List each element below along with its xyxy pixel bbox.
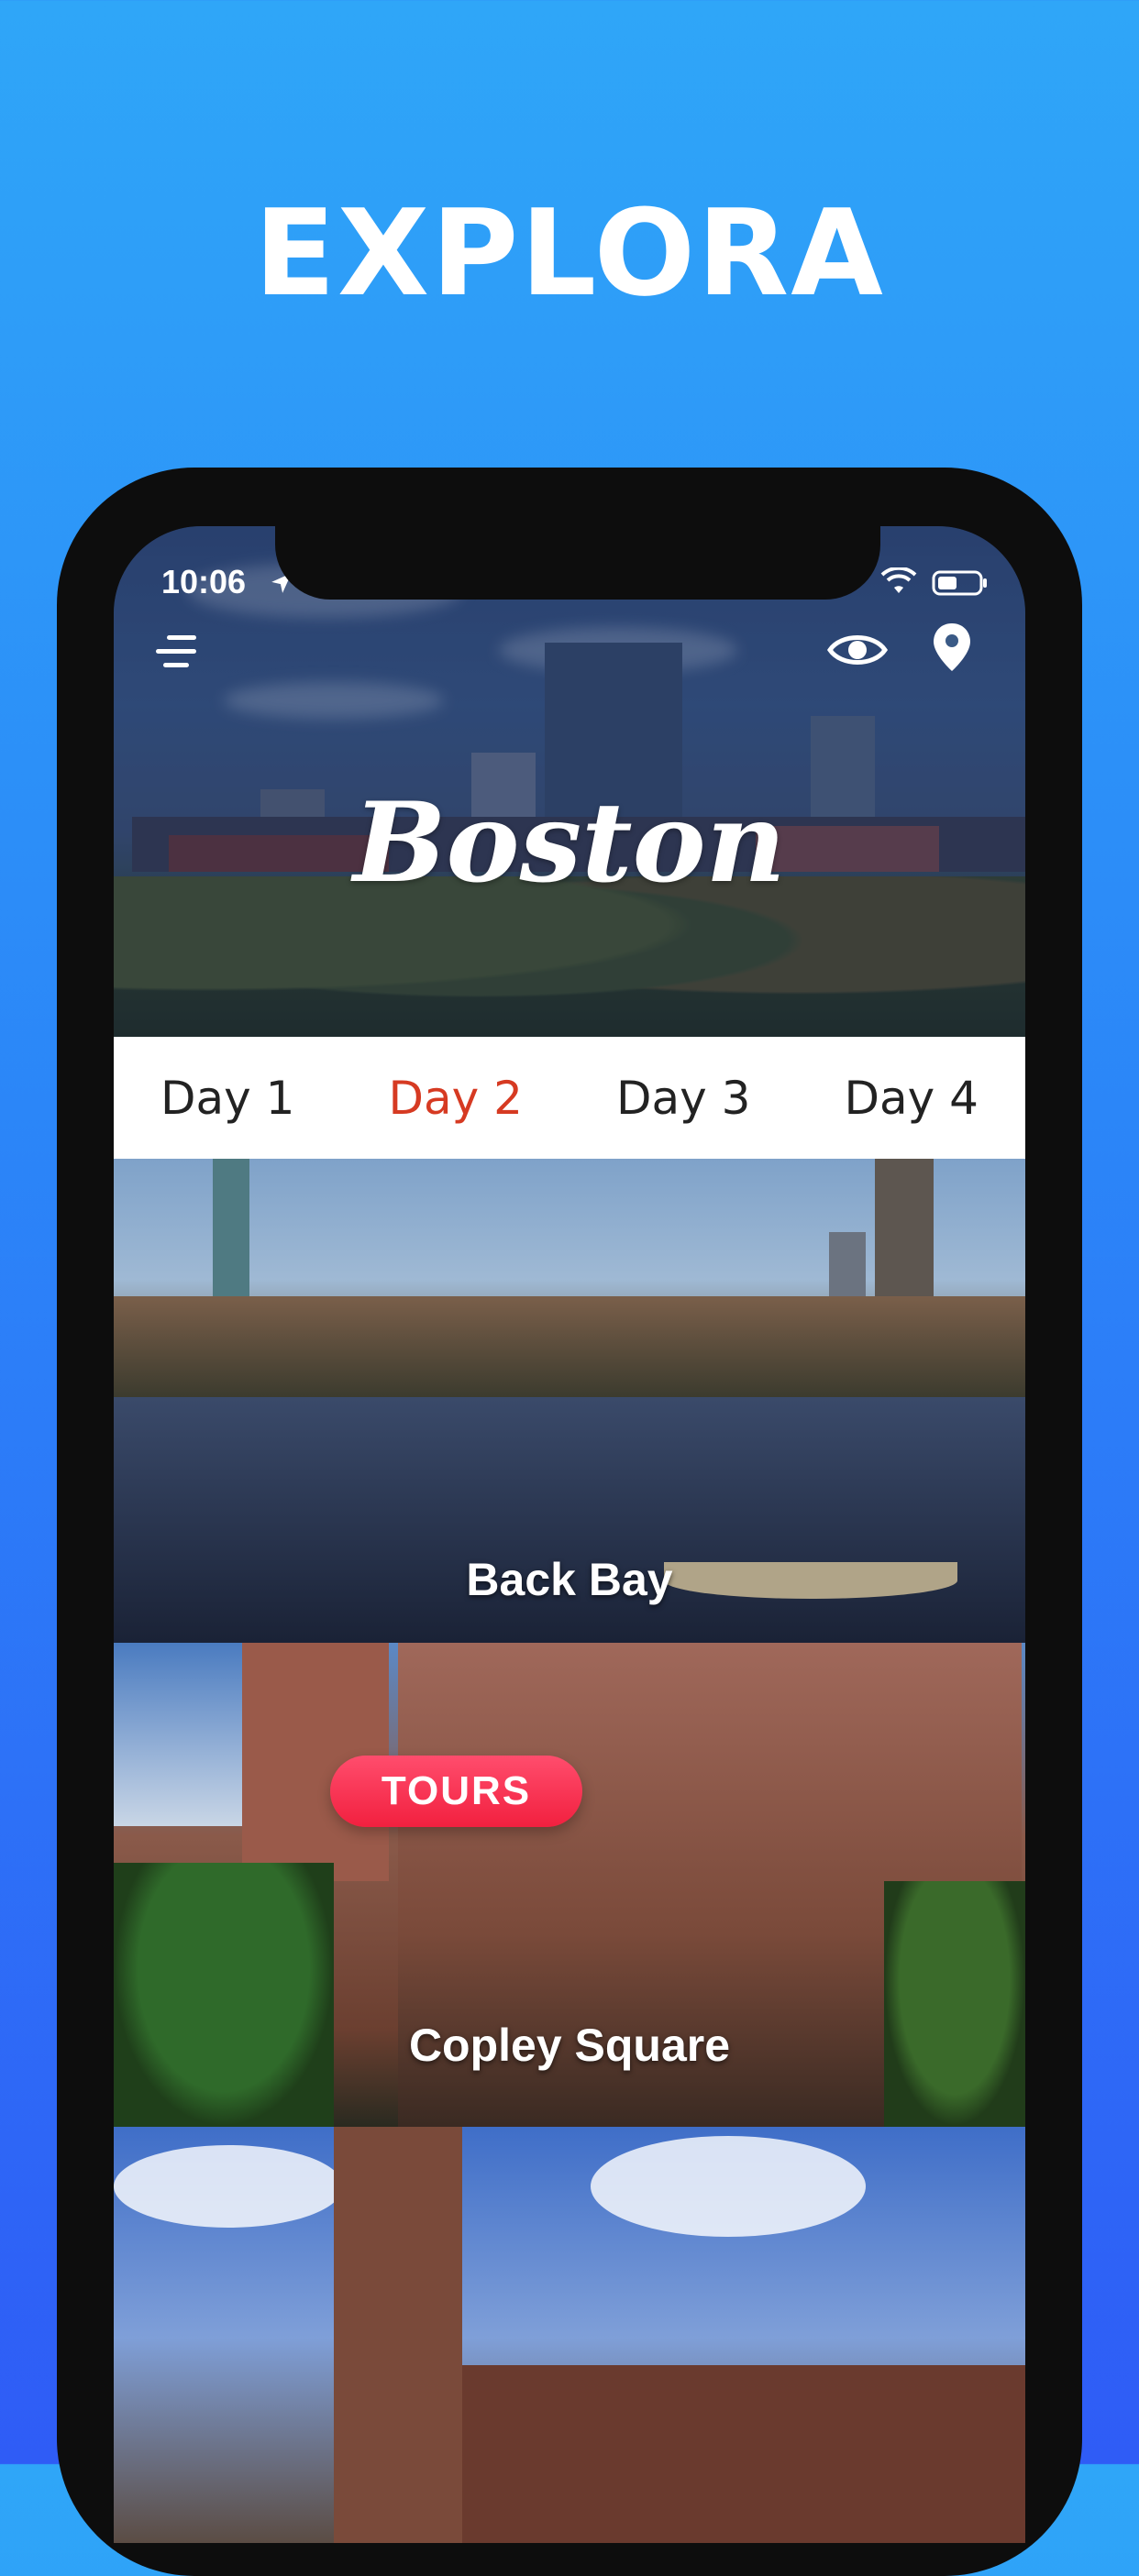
tab-day-2[interactable]: Day 2 xyxy=(389,1072,523,1125)
tab-day-1[interactable]: Day 1 xyxy=(160,1072,294,1125)
app-screen: 10:06 Boston Day 1 Day 2 Day 3 Day 4 Bac… xyxy=(114,526,1025,2543)
tree xyxy=(114,1863,334,2127)
promo-title: EXPLORA xyxy=(254,183,885,323)
day-tabs: Day 1 Day 2 Day 3 Day 4 xyxy=(114,1037,1025,1159)
city-title: Boston xyxy=(353,778,786,908)
place-card-church[interactable] xyxy=(114,2127,1025,2543)
place-card-back-bay[interactable]: Back Bay xyxy=(114,1159,1025,1643)
battery-icon xyxy=(932,567,989,605)
church-roof xyxy=(462,2365,1025,2543)
church-tower xyxy=(334,2127,462,2543)
tree xyxy=(884,1881,1025,2127)
tab-day-3[interactable]: Day 3 xyxy=(616,1072,750,1125)
city-header-image: 10:06 Boston xyxy=(114,526,1025,1037)
skyline xyxy=(114,1296,1025,1397)
eye-icon[interactable] xyxy=(826,629,889,676)
tours-button[interactable]: TOURS xyxy=(330,1756,582,1827)
sky xyxy=(114,1643,260,1826)
status-time: 10:06 xyxy=(161,563,247,600)
cloud xyxy=(591,2136,866,2237)
status-icons xyxy=(880,566,989,605)
location-pin-icon[interactable] xyxy=(932,622,972,677)
cloud xyxy=(114,2145,343,2228)
phone-notch xyxy=(275,526,880,600)
place-name: Back Bay xyxy=(466,1554,673,1605)
wifi-icon xyxy=(880,566,917,605)
tab-day-4[interactable]: Day 4 xyxy=(845,1072,979,1125)
place-name: Copley Square xyxy=(408,2020,731,2071)
menu-icon[interactable] xyxy=(152,632,200,677)
place-card-copley-square[interactable]: Copley Square xyxy=(114,1643,1025,2127)
